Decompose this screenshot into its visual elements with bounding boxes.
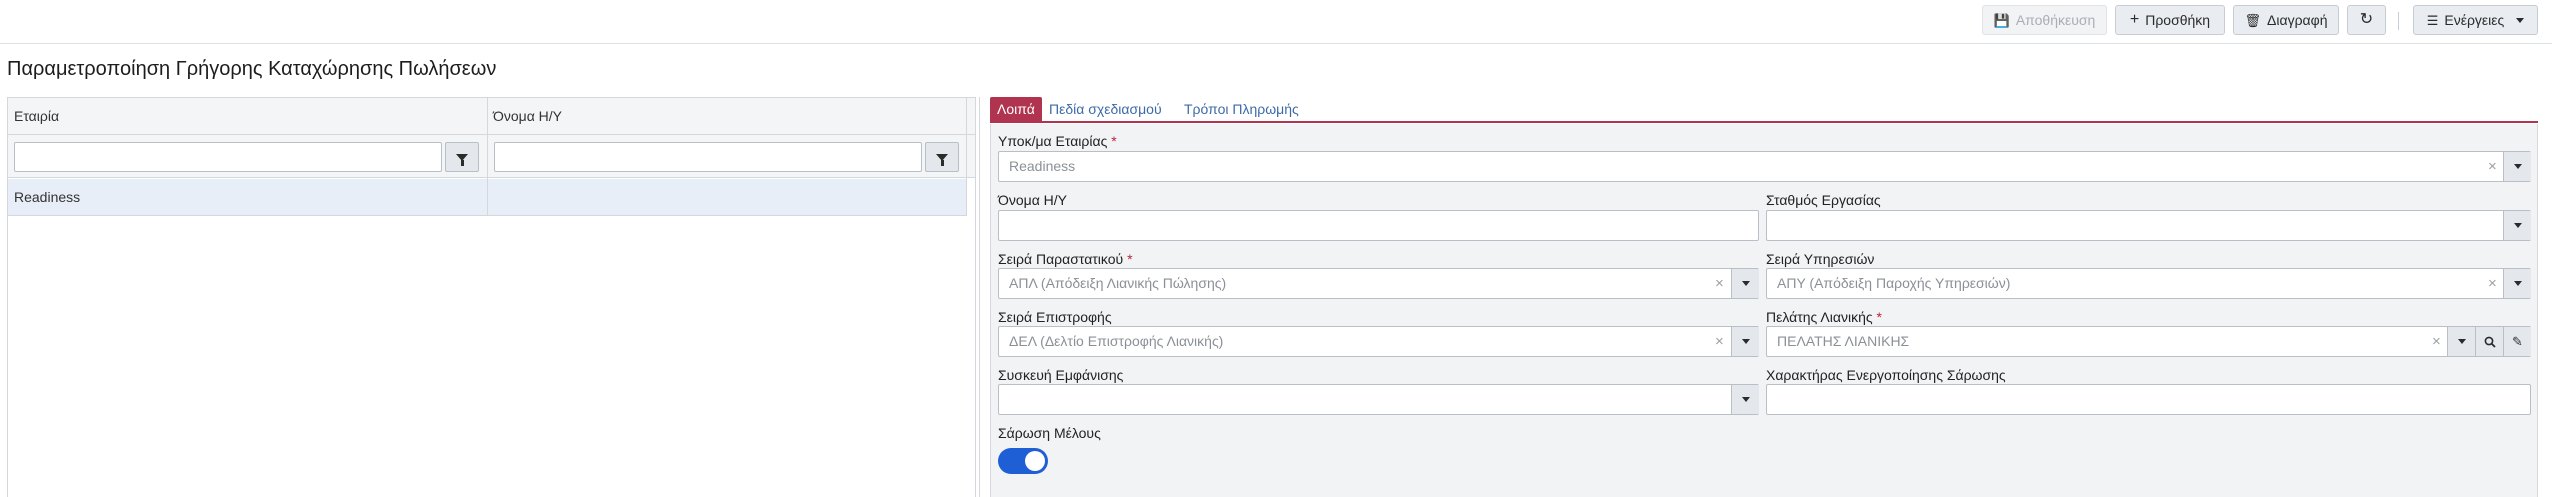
pc-name-label: Όνομα Η/Υ (998, 192, 1068, 208)
delete-button[interactable]: 🗑 Διαγραφή (2233, 5, 2339, 35)
menu-icon: ☰ (2426, 12, 2439, 28)
column-divider (487, 98, 488, 216)
clear-icon[interactable]: × (1715, 327, 1724, 356)
workstation-select[interactable] (1766, 210, 2531, 241)
retail-customer-value: ΠΕΛΑΤΗΣ ΛΙΑΝΙΚΗΣ (1777, 333, 1910, 349)
save-icon: 💾 (1993, 12, 2010, 28)
pc-name-input[interactable] (998, 210, 1759, 241)
scan-char-label: Χαρακτήρας Ενεργοποίησης Σάρωσης (1766, 367, 2006, 383)
plus-icon: + (2129, 11, 2140, 28)
refresh-icon: ↻ (2359, 11, 2374, 28)
tab-design-fields[interactable]: Πεδία σχεδιασμού (1042, 97, 1169, 122)
display-device-label: Συσκευή Εμφάνισης (998, 367, 1124, 383)
chevron-down-icon[interactable] (2503, 269, 2531, 298)
display-device-select[interactable] (998, 384, 1759, 415)
chevron-down-icon[interactable] (1731, 385, 1759, 414)
column-header-pc-name[interactable]: Όνομα Η/Υ (487, 98, 966, 135)
return-series-value: ΔΕΛ (Δελτίο Επιστροφής Λιανικής) (1009, 333, 1224, 349)
column-divider (966, 98, 967, 216)
company-select[interactable]: Readiness × (998, 151, 2531, 182)
pc-name-filter-button[interactable] (925, 142, 959, 172)
return-series-label: Σειρά Επιστροφής (998, 309, 1112, 325)
toggle-knob (1025, 451, 1045, 471)
chevron-down-icon (2516, 17, 2525, 23)
edit-icon[interactable]: ✎ (2503, 327, 2531, 356)
chevron-down-icon[interactable] (2447, 327, 2475, 356)
tab-bar: Λοιπά Πεδία σχεδιασμού Τρόποι Πληρωμής (990, 97, 2538, 123)
company-filter-input[interactable] (14, 142, 442, 172)
doc-series-select[interactable]: ΑΠΛ (Απόδειξη Λιανικής Πώλησης) × (998, 268, 1759, 299)
scan-char-input[interactable] (1766, 384, 2531, 415)
cell-company: Readiness (14, 189, 81, 205)
chevron-down-icon[interactable] (1731, 269, 1759, 298)
clear-icon[interactable]: × (2488, 269, 2497, 298)
save-button[interactable]: 💾 Αποθήκευση (1982, 5, 2107, 35)
records-grid: Εταιρία Όνομα Η/Υ Readiness (7, 97, 976, 497)
grid-header: Εταιρία Όνομα Η/Υ (8, 98, 975, 135)
filter-icon (936, 153, 948, 166)
column-header-company[interactable]: Εταιρία (8, 98, 487, 135)
doc-series-label: Σειρά Παραστατικού * (998, 251, 1133, 267)
grid-filter-row (8, 135, 975, 178)
tab-other[interactable]: Λοιπά (990, 97, 1042, 122)
delete-button-label: Διαγραφή (2267, 12, 2328, 28)
retail-customer-label: Πελάτης Λιανικής * (1766, 309, 1882, 325)
actions-menu-button[interactable]: ☰ Ενέργειες (2413, 5, 2538, 35)
chevron-down-icon[interactable] (1731, 327, 1759, 356)
company-filter-button[interactable] (445, 142, 479, 172)
toolbar-divider (2398, 12, 2399, 30)
search-icon[interactable] (2475, 327, 2503, 356)
panel-splitter[interactable] (979, 97, 980, 497)
page-title: Παραμετροποίηση Γρήγορης Καταχώρησης Πωλ… (7, 58, 497, 80)
retail-customer-select[interactable]: ΠΕΛΑΤΗΣ ΛΙΑΝΙΚΗΣ × ✎ (1766, 326, 2531, 357)
pc-name-filter-input[interactable] (494, 142, 922, 172)
doc-series-value: ΑΠΛ (Απόδειξη Λιανικής Πώλησης) (1009, 275, 1227, 291)
filter-icon (456, 153, 468, 166)
clear-icon[interactable]: × (2488, 152, 2497, 181)
clear-icon[interactable]: × (1715, 269, 1724, 298)
member-scan-label: Σάρωση Μέλους (998, 425, 1101, 441)
company-label: Υποκ/μα Εταιρίας * (998, 133, 1117, 149)
chevron-down-icon[interactable] (2503, 152, 2531, 181)
actions-menu-label: Ενέργειες (2444, 12, 2505, 28)
trash-icon: 🗑 (2244, 12, 2262, 28)
service-series-value: ΑΠΥ (Απόδειξη Παροχής Υπηρεσιών) (1777, 275, 2011, 291)
chevron-down-icon[interactable] (2503, 211, 2531, 240)
refresh-button[interactable]: ↻ (2347, 5, 2386, 35)
member-scan-toggle[interactable] (998, 448, 1048, 474)
service-series-label: Σειρά Υπηρεσιών (1766, 251, 1875, 267)
service-series-select[interactable]: ΑΠΥ (Απόδειξη Παροχής Υπηρεσιών) × (1766, 268, 2531, 299)
return-series-select[interactable]: ΔΕΛ (Δελτίο Επιστροφής Λιανικής) × (998, 326, 1759, 357)
cell-pc-name (487, 179, 966, 216)
clear-icon[interactable]: × (2432, 327, 2441, 356)
add-button[interactable]: + Προσθήκη (2115, 5, 2225, 35)
workstation-label: Σταθμός Εργασίας (1766, 192, 1881, 208)
tab-payment-methods[interactable]: Τρόποι Πληρωμής (1177, 97, 1306, 122)
company-value: Readiness (1009, 158, 1076, 174)
toolbar: 💾 Αποθήκευση + Προσθήκη 🗑 Διαγραφή ↻ ☰ Ε… (0, 0, 2552, 44)
save-button-label: Αποθήκευση (2015, 12, 2096, 28)
add-button-label: Προσθήκη (2145, 12, 2211, 28)
